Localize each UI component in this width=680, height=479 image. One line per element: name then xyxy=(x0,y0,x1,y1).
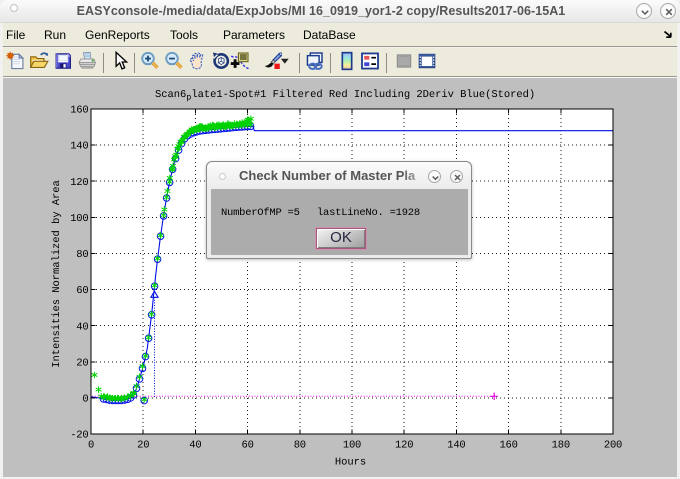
svg-text:160: 160 xyxy=(499,440,517,452)
svg-text:200: 200 xyxy=(604,440,622,452)
svg-text:0: 0 xyxy=(88,440,94,452)
svg-text:Intensities Normalized by Area: Intensities Normalized by Area xyxy=(51,180,63,368)
svg-text:20: 20 xyxy=(76,357,88,369)
svg-text:100: 100 xyxy=(70,213,88,225)
svg-text:40: 40 xyxy=(76,321,88,333)
svg-text:40: 40 xyxy=(189,440,201,452)
svg-text:-20: -20 xyxy=(70,430,88,442)
svg-text:140: 140 xyxy=(70,141,88,153)
svg-text:80: 80 xyxy=(294,440,306,452)
svg-text:120: 120 xyxy=(395,440,413,452)
svg-text:20: 20 xyxy=(137,440,149,452)
svg-text:Scan6plate1-Spot#1 Filtered Re: Scan6plate1-Spot#1 Filtered Red Includin… xyxy=(155,89,535,103)
svg-text:140: 140 xyxy=(447,440,465,452)
svg-text:120: 120 xyxy=(70,177,88,189)
svg-text:100: 100 xyxy=(343,440,361,452)
svg-text:Hours: Hours xyxy=(335,457,366,469)
svg-text:60: 60 xyxy=(76,285,88,297)
svg-text:0: 0 xyxy=(82,394,88,406)
svg-text:60: 60 xyxy=(241,440,253,452)
svg-text:160: 160 xyxy=(70,105,88,117)
svg-text:80: 80 xyxy=(76,249,88,261)
svg-text:180: 180 xyxy=(552,440,570,452)
